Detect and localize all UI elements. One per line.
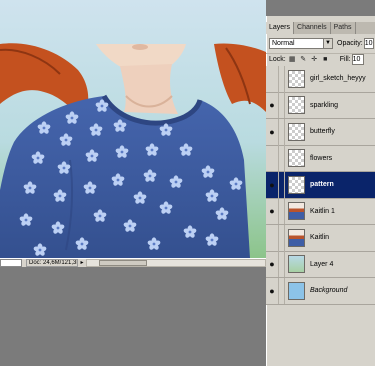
layer-thumbnail bbox=[288, 175, 305, 194]
tab-channels[interactable]: Channels bbox=[294, 22, 331, 34]
layer-thumbnail bbox=[288, 149, 305, 168]
link-cell[interactable] bbox=[278, 277, 285, 304]
visibility-eye-icon[interactable]: ● bbox=[266, 92, 278, 118]
lock-position-icon[interactable]: ✛ bbox=[310, 55, 319, 64]
layer-row[interactable]: ● sparkling bbox=[266, 92, 375, 119]
layer-thumbnail bbox=[288, 228, 305, 247]
layer-row[interactable]: ● flowers bbox=[266, 145, 375, 172]
fill-label: Fill: bbox=[339, 56, 351, 63]
link-cell[interactable] bbox=[278, 65, 285, 92]
blend-mode-select[interactable]: Normal ▼ bbox=[269, 37, 333, 49]
visibility-eye-icon[interactable]: ● bbox=[266, 278, 278, 304]
layer-name: Background bbox=[310, 287, 348, 295]
opacity-field[interactable]: 10 bbox=[363, 37, 374, 49]
lock-all-icon[interactable]: ■ bbox=[321, 55, 330, 64]
visibility-eye-icon[interactable]: ● bbox=[266, 119, 278, 145]
lock-transparency-icon[interactable]: ▦ bbox=[288, 55, 297, 64]
lock-label: Lock: bbox=[269, 56, 286, 63]
layer-thumbnail bbox=[288, 202, 305, 221]
lock-pixels-icon[interactable]: ✎ bbox=[299, 55, 308, 64]
tab-paths[interactable]: Paths bbox=[331, 22, 356, 34]
layer-thumbnail bbox=[288, 69, 305, 88]
layer-row-selected[interactable]: ● pattern bbox=[266, 171, 375, 199]
illustration bbox=[0, 0, 266, 258]
layer-list: ● girl_sketch_heyyy ● sparkling ● butter… bbox=[266, 65, 375, 305]
layer-row[interactable]: ● Kaitlin bbox=[266, 224, 375, 252]
layer-name: flowers bbox=[310, 154, 333, 162]
link-cell[interactable] bbox=[278, 171, 285, 198]
link-cell[interactable] bbox=[278, 251, 285, 278]
visibility-eye-icon[interactable]: ● bbox=[266, 172, 278, 198]
scrollbar-thumb[interactable] bbox=[99, 260, 147, 266]
layer-thumbnail bbox=[288, 255, 305, 274]
panel-dock-area bbox=[266, 0, 375, 16]
tab-layers[interactable]: Layers bbox=[266, 22, 295, 34]
document-info[interactable]: Doc: 24,6M/121,3M bbox=[26, 259, 78, 267]
link-cell[interactable] bbox=[278, 198, 285, 225]
horizontal-scrollbar[interactable] bbox=[86, 259, 266, 267]
fill-field[interactable]: 10 bbox=[351, 54, 364, 65]
opacity-label: Opacity: bbox=[337, 39, 363, 47]
status-bar: Doc: 24,6M/121,3M ▸ bbox=[0, 258, 266, 267]
link-cell[interactable] bbox=[278, 118, 285, 145]
document-canvas[interactable] bbox=[0, 0, 266, 258]
layer-name: sparkling bbox=[310, 101, 339, 109]
palette-tabs: Layers Channels Paths bbox=[266, 22, 375, 34]
layer-name: Kaitlin bbox=[310, 234, 330, 242]
lock-row: Lock: ▦ ✎ ✛ ■ Fill: 10 bbox=[266, 53, 375, 65]
layer-name: girl_sketch_heyyy bbox=[310, 75, 366, 83]
layer-row[interactable]: ● girl_sketch_heyyy bbox=[266, 65, 375, 93]
layer-thumbnail bbox=[288, 122, 305, 141]
zoom-field[interactable] bbox=[0, 259, 22, 267]
layer-name: butterfly bbox=[310, 128, 335, 136]
blend-row: Normal ▼ Opacity: 10 bbox=[266, 36, 375, 50]
visibility-eye-icon[interactable]: ● bbox=[266, 251, 278, 277]
status-menu-arrow-icon[interactable]: ▸ bbox=[78, 259, 86, 267]
visibility-eye-icon[interactable]: ● bbox=[266, 145, 278, 171]
chevron-down-icon[interactable]: ▼ bbox=[323, 38, 332, 48]
blend-mode-value: Normal bbox=[272, 39, 295, 47]
layer-thumbnail bbox=[288, 281, 305, 300]
link-cell[interactable] bbox=[278, 224, 285, 251]
link-cell[interactable] bbox=[278, 92, 285, 119]
layer-row[interactable]: ● Kaitlin 1 bbox=[266, 198, 375, 225]
link-cell[interactable] bbox=[278, 145, 285, 172]
workspace-background bbox=[0, 267, 266, 366]
layer-row[interactable]: ● Background bbox=[266, 277, 375, 305]
layer-name: Layer 4 bbox=[310, 260, 334, 268]
visibility-eye-icon[interactable]: ● bbox=[266, 66, 278, 92]
visibility-eye-icon[interactable]: ● bbox=[266, 198, 278, 224]
layer-row[interactable]: ● butterfly bbox=[266, 118, 375, 146]
layer-thumbnail bbox=[288, 96, 305, 115]
layer-name: pattern bbox=[310, 181, 334, 189]
layer-row[interactable]: ● Layer 4 bbox=[266, 251, 375, 278]
layer-name: Kaitlin 1 bbox=[310, 207, 335, 215]
visibility-eye-icon[interactable]: ● bbox=[266, 225, 278, 251]
